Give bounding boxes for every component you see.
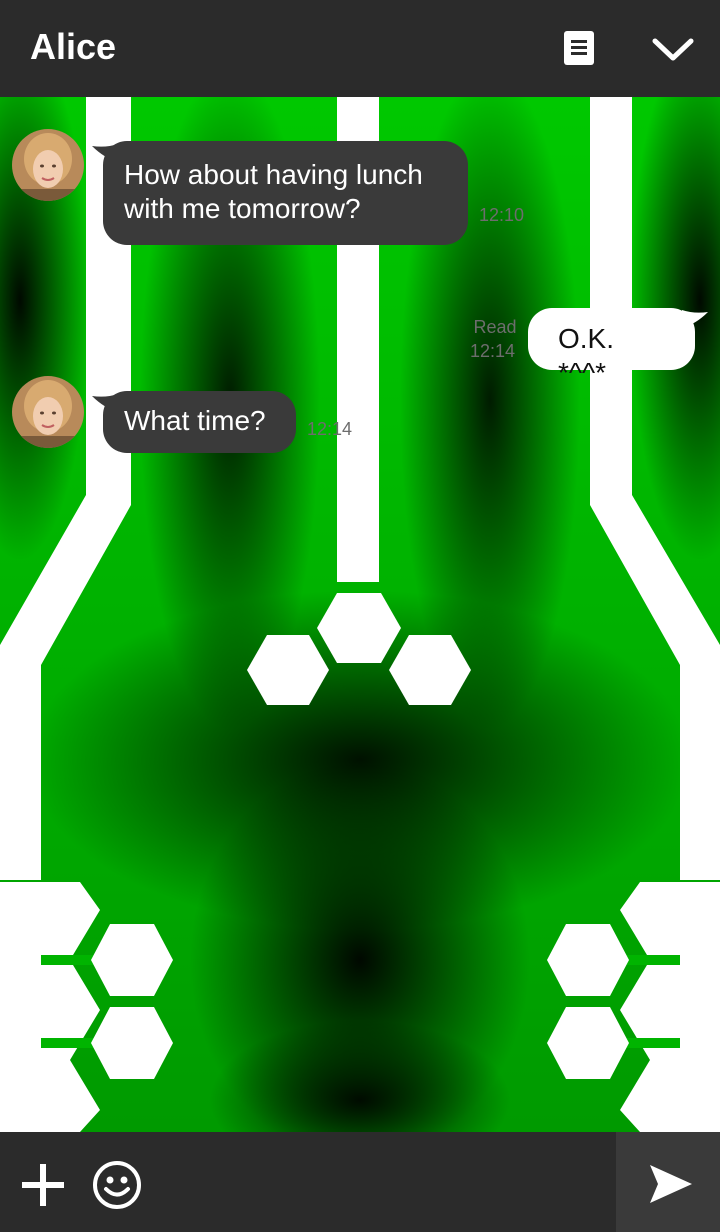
chat-title: Alice — [30, 26, 117, 67]
memo-icon[interactable] — [562, 30, 596, 66]
message-time: 12:10 — [479, 205, 525, 225]
message-line: with me tomorrow? — [124, 193, 361, 224]
chevron-down-icon[interactable] — [652, 37, 694, 63]
avatar[interactable] — [12, 129, 84, 201]
avatar-image — [12, 376, 84, 448]
read-status: Read — [473, 317, 517, 337]
message-bubble-incoming[interactable]: How about having lunch with me tomorrow? — [103, 141, 468, 245]
emoji-icon[interactable] — [92, 1160, 142, 1210]
plus-icon[interactable] — [22, 1164, 64, 1206]
message-line: What time? — [124, 405, 266, 436]
send-icon[interactable] — [648, 1163, 694, 1205]
message-line: O.K. *^^* — [558, 323, 615, 388]
message-bubble-outgoing[interactable]: O.K. *^^* — [528, 308, 695, 388]
avatar-image — [12, 129, 84, 201]
bubble-tail — [682, 310, 708, 328]
avatar[interactable] — [12, 376, 84, 448]
message-bubble-incoming[interactable]: What time? — [103, 391, 296, 453]
message-time: 12:14 — [470, 341, 516, 361]
message-line: How about having lunch — [124, 159, 423, 190]
message-time: 12:14 — [307, 419, 353, 439]
